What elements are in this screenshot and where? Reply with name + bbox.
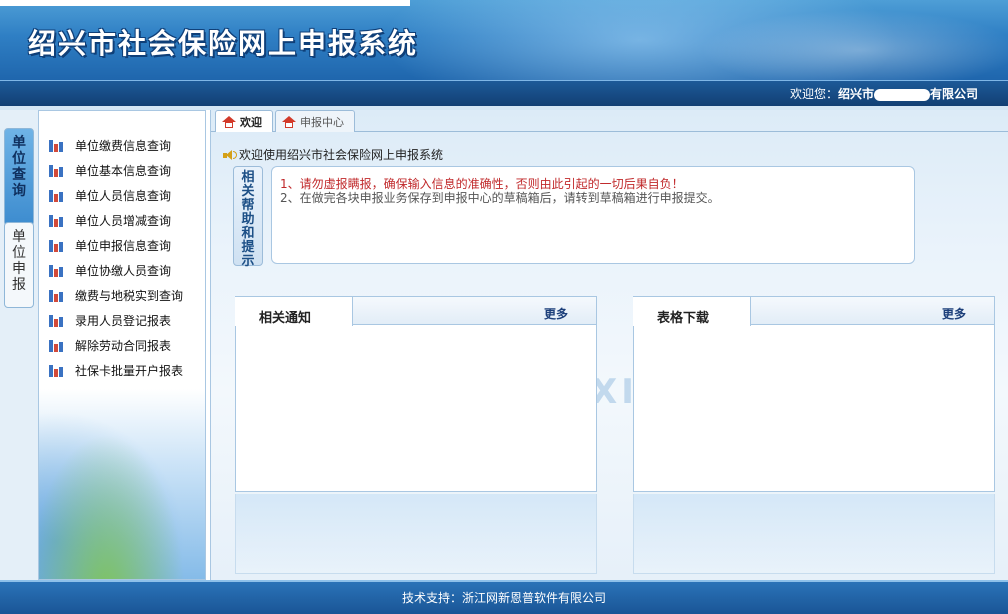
menu-item-payment-info[interactable]: 单位缴费信息查询 [49, 133, 183, 158]
menu-item-staff-changes[interactable]: 单位人员增减查询 [49, 208, 183, 233]
app-header: 绍兴市社会保险网上申报系统 [0, 0, 1008, 80]
footer-support-text: 技术支持：浙江网新恩普软件有限公司 [401, 591, 606, 605]
bar-chart-icon [49, 289, 65, 302]
downloads-more-link[interactable]: 更多 [942, 305, 966, 322]
menu-item-label: 录用人员登记报表 [75, 313, 172, 328]
downloads-panel-title: 表格下载 [633, 297, 751, 326]
header-glow-secondary [700, 10, 1008, 80]
vtab-unit-declare[interactable]: 单 位 申 报 [4, 222, 34, 308]
tab-declare-center-label: 申报中心 [300, 115, 344, 129]
notices-more-link[interactable]: 更多 [544, 305, 568, 322]
menu-item-label: 单位人员增减查询 [75, 213, 172, 228]
downloads-panel-header: 表格下载 更多 [633, 297, 994, 326]
bar-chart-icon [49, 214, 65, 227]
tab-welcome-label: 欢迎 [240, 115, 262, 129]
vtab-unit-query-label: 单 位 查 询 [12, 135, 26, 199]
menu-item-label: 单位人员信息查询 [75, 188, 172, 203]
company-name-end: 有限公司 [929, 87, 978, 101]
home-icon [222, 115, 236, 128]
tab-strip: 欢迎 申报中心 [211, 110, 1008, 132]
menu-item-label: 单位申报信息查询 [75, 238, 172, 253]
menu-item-hiring-report[interactable]: 录用人员登记报表 [49, 308, 183, 333]
menu-item-card-batch-report[interactable]: 社保卡批量开户报表 [49, 358, 183, 383]
help-tips-label-text: 相 关 帮 助 和 提 示 [241, 170, 255, 269]
welcome-message: 欢迎使用绍兴市社会保险网上申报系统 [223, 146, 443, 163]
background-watermark: XI [591, 372, 638, 412]
bar-chart-icon [49, 364, 65, 377]
home-icon [282, 115, 296, 128]
bar-chart-icon [49, 139, 65, 152]
help-tip-1: 1、请勿虚报瞒报，确保输入信息的准确性，否则由此引起的一切后果自负！ [280, 177, 684, 191]
help-tip-2: 2、在做完各块申报业务保存到申报中心的草稿箱后，请转到草稿箱进行申报提交。 [280, 191, 720, 205]
menu-item-label: 解除劳动合同报表 [75, 338, 172, 353]
menu-item-label: 单位缴费信息查询 [75, 138, 172, 153]
bar-chart-icon [49, 314, 65, 327]
vtab-unit-declare-label: 单 位 申 报 [12, 229, 26, 293]
menu-item-termination-report[interactable]: 解除劳动合同报表 [49, 333, 183, 358]
bar-chart-icon [49, 189, 65, 202]
menu-item-staff-info[interactable]: 单位人员信息查询 [49, 183, 183, 208]
welcome-prefix: 欢迎您： [789, 87, 838, 101]
menu-list: 单位缴费信息查询 单位基本信息查询 单位人员信息查询 单位人员增减查询 单位申报… [49, 133, 183, 383]
menu-item-co-payers[interactable]: 单位协缴人员查询 [49, 258, 183, 283]
menu-item-tax-arrival[interactable]: 缴费与地税实到查询 [49, 283, 183, 308]
help-tips-box: 1、请勿虚报瞒报，确保输入信息的准确性，否则由此引起的一切后果自负！ 2、在做完… [271, 166, 915, 264]
menu-item-declare-info[interactable]: 单位申报信息查询 [49, 233, 183, 258]
menu-item-basic-info[interactable]: 单位基本信息查询 [49, 158, 183, 183]
sidebar-menu: 单位缴费信息查询 单位基本信息查询 单位人员信息查询 单位人员增减查询 单位申报… [38, 110, 206, 580]
bar-chart-icon [49, 339, 65, 352]
downloads-panel: 表格下载 更多 [633, 296, 995, 492]
menu-item-label: 单位基本信息查询 [75, 163, 172, 178]
tab-declare-center[interactable]: 申报中心 [275, 110, 355, 132]
welcome-user: 欢迎您：绍兴市 有限公司 [790, 85, 978, 102]
menu-item-label: 单位协缴人员查询 [75, 263, 172, 278]
notices-panel: 相关通知 更多 [235, 296, 597, 492]
downloads-panel-footer [633, 494, 995, 574]
header-top-line [0, 0, 410, 6]
notices-panel-title: 相关通知 [235, 297, 353, 326]
bar-chart-icon [49, 264, 65, 277]
welcome-message-text: 欢迎使用绍兴市社会保险网上申报系统 [239, 148, 444, 162]
menu-item-label: 缴费与地税实到查询 [75, 288, 184, 303]
notices-panel-footer [235, 494, 597, 574]
company-name-start: 绍兴市 [837, 87, 874, 101]
speaker-icon [223, 149, 237, 161]
welcome-bar: 欢迎您：绍兴市 有限公司 [0, 80, 1008, 106]
category-tabs: 单 位 查 询 单 位 申 报 [0, 110, 38, 580]
redaction-mark [873, 88, 930, 101]
vtab-unit-query[interactable]: 单 位 查 询 [4, 128, 34, 226]
main-content: 欢迎 申报中心 欢迎使用绍兴市社会保险网上申报系统 相 关 帮 助 和 提 示 … [210, 110, 1008, 580]
tab-welcome[interactable]: 欢迎 [215, 110, 273, 132]
help-tips-label: 相 关 帮 助 和 提 示 [233, 166, 263, 269]
menu-item-label: 社保卡批量开户报表 [75, 363, 184, 378]
bar-chart-icon [49, 164, 65, 177]
bar-chart-icon [49, 239, 65, 252]
app-title: 绍兴市社会保险网上申报系统 [28, 27, 419, 60]
app-footer: 技术支持：浙江网新恩普软件有限公司 [0, 580, 1008, 614]
sidebar-decoration [39, 389, 205, 579]
notices-panel-header: 相关通知 更多 [235, 297, 596, 326]
